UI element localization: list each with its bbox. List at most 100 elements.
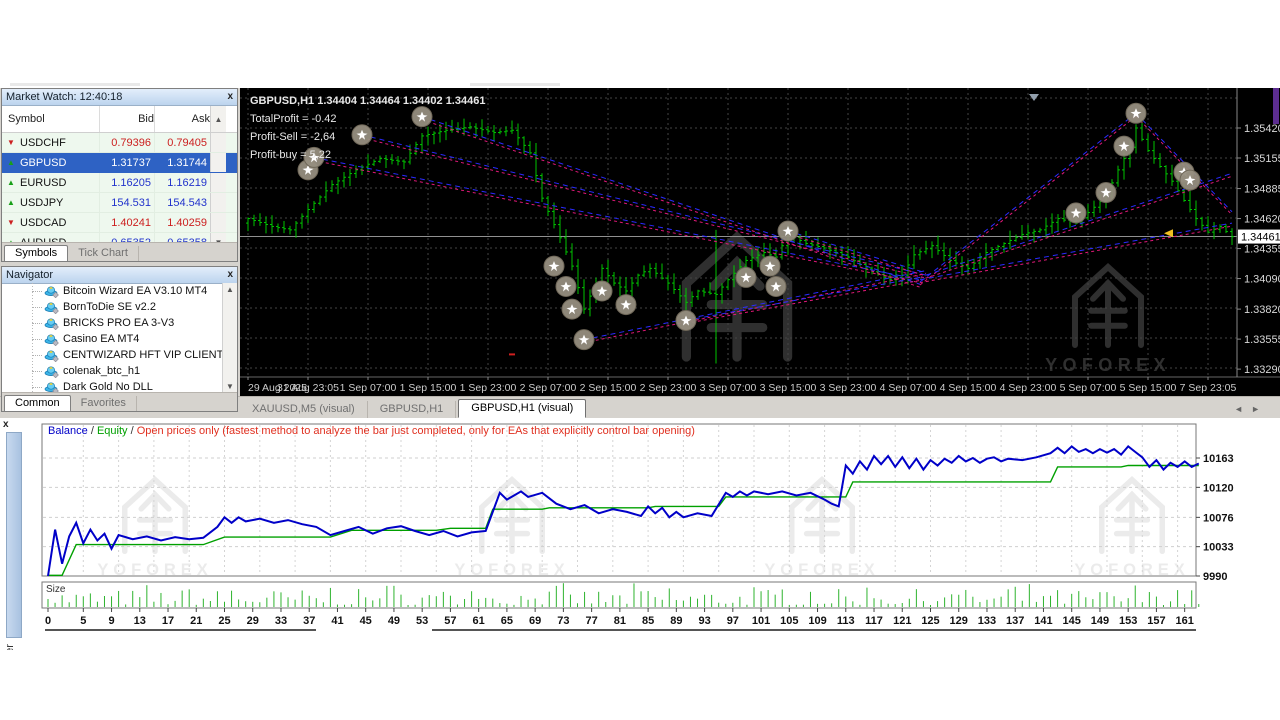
- trade-marker[interactable]: [562, 299, 582, 319]
- bid-cell: 1.40241: [99, 213, 154, 232]
- tester-x-label: 69: [529, 615, 541, 627]
- tester-x-label: 57: [444, 615, 456, 627]
- tab-favorites[interactable]: Favorites: [71, 396, 137, 411]
- table-row-gbpusd[interactable]: ▲GBPUSD1.317371.31744: [2, 153, 237, 173]
- trade-marker[interactable]: [616, 295, 636, 315]
- arrow-left-icon[interactable]: ◄: [1234, 404, 1251, 414]
- chart-info-text: Profit-buy = 5,22: [250, 149, 331, 161]
- chart-tab-gbpusd[interactable]: GBPUSD,H1: [368, 401, 457, 418]
- market-watch-header: Symbol Bid Ask ▲: [2, 106, 237, 133]
- bid-cell: 154.531: [99, 193, 154, 212]
- column-bid[interactable]: Bid: [99, 106, 154, 132]
- trade-marker[interactable]: [736, 267, 756, 287]
- navigator-titlebar[interactable]: Navigator x: [2, 267, 237, 284]
- legend-separator: /: [88, 425, 97, 437]
- legend-note: Open prices only (fastest method to anal…: [137, 425, 695, 437]
- tester-legend: Balance / Equity / Open prices only (fas…: [48, 425, 695, 437]
- scrollbar-track[interactable]: [210, 213, 226, 232]
- table-row-usdjpy[interactable]: ▲USDJPY154.531154.543: [2, 193, 237, 213]
- column-ask[interactable]: Ask: [154, 106, 210, 132]
- table-row-usdcad[interactable]: ▼USDCAD1.402411.40259: [2, 213, 237, 233]
- navigator-item[interactable]: Dark Gold No DLL: [2, 379, 237, 393]
- navigator-item[interactable]: BRICKS PRO EA 3-V3: [2, 315, 237, 331]
- navigator-item-label: BRICKS PRO EA 3-V3: [63, 317, 174, 329]
- symbol-cell: ▲GBPUSD: [2, 157, 99, 169]
- navigator-item[interactable]: colenak_btc_h1: [2, 363, 237, 379]
- ask-cell: 1.40259: [154, 213, 210, 232]
- trade-marker[interactable]: [574, 330, 594, 350]
- arrow-right-icon[interactable]: ►: [1251, 404, 1268, 414]
- trade-marker[interactable]: [1066, 203, 1086, 223]
- trade-marker[interactable]: [766, 276, 786, 296]
- trade-marker[interactable]: [676, 310, 696, 330]
- navigator-scrollbar[interactable]: ▲ ▼: [222, 283, 237, 393]
- close-icon[interactable]: x: [227, 92, 233, 102]
- chart-tab-gbpusd-visual[interactable]: GBPUSD,H1 (visual): [458, 399, 586, 418]
- trade-marker[interactable]: [760, 256, 780, 276]
- bid-cell: 1.31737: [99, 153, 154, 172]
- tab-symbols[interactable]: Symbols: [4, 245, 68, 261]
- column-symbol[interactable]: Symbol: [2, 113, 99, 125]
- tree-branch: [32, 291, 42, 292]
- legend-separator: /: [128, 425, 137, 437]
- scroll-down-icon[interactable]: ▼: [226, 382, 234, 391]
- navigator-item[interactable]: Casino EA MT4: [2, 331, 237, 347]
- navigator-tree: Bitcoin Wizard EA V3.10 MT4BornToDie SE …: [2, 283, 237, 393]
- tester-y-label: 10163: [1203, 453, 1234, 465]
- tester-chart[interactable]: YOFOREX101631012010076100339990Size05913…: [0, 418, 1280, 650]
- trade-marker[interactable]: [778, 221, 798, 241]
- navigator-item[interactable]: CENTWIZARD HFT VIP CLIENT_: [2, 347, 237, 363]
- trade-marker[interactable]: [1126, 103, 1146, 123]
- tree-branch: [32, 387, 42, 388]
- price-axis-label: 1.33290: [1244, 364, 1280, 376]
- navigator-panel: Navigator x Bitcoin Wizard EA V3.10 MT4B…: [1, 266, 238, 412]
- trade-marker[interactable]: [352, 125, 372, 145]
- price-axis-label: 1.33555: [1244, 334, 1280, 346]
- chart-tab-bar: XAUUSD,M5 (visual) GBPUSD,H1 GBPUSD,H1 (…: [240, 396, 1280, 418]
- tester-x-label: 25: [218, 615, 230, 627]
- price-axis-label: 1.33820: [1244, 304, 1280, 316]
- scrollbar-track[interactable]: [210, 193, 226, 212]
- navigator-title: Navigator: [6, 269, 53, 281]
- scroll-up-icon[interactable]: ▲: [210, 106, 226, 132]
- watermark-logo: [764, 480, 879, 579]
- tester-x-label: 93: [698, 615, 710, 627]
- arrow-up-icon: ▲: [6, 158, 16, 167]
- trade-marker[interactable]: [1180, 170, 1200, 190]
- watermark-logo: [454, 480, 569, 579]
- trade-marker[interactable]: [592, 281, 612, 301]
- chart-tab-xauusd[interactable]: XAUUSD,M5 (visual): [240, 401, 368, 418]
- tab-common[interactable]: Common: [4, 395, 71, 411]
- trade-marker[interactable]: [556, 276, 576, 296]
- tester-x-label: 101: [752, 615, 770, 627]
- price-chart[interactable]: YOFOREXGBPUSD,H1 1.34404 1.34464 1.34402…: [240, 88, 1280, 396]
- scrollbar-track[interactable]: [210, 153, 226, 172]
- trade-marker[interactable]: [1096, 183, 1116, 203]
- scrollbar-track[interactable]: [210, 173, 226, 192]
- time-axis-label: 5 Sep 07:00: [1060, 382, 1117, 394]
- scrollbar-track[interactable]: [210, 133, 226, 152]
- expert-advisor-icon: [44, 364, 59, 378]
- tester-x-label: 145: [1063, 615, 1081, 627]
- ask-cell: 1.31744: [154, 153, 210, 172]
- market-watch-titlebar[interactable]: Market Watch: 12:40:18 x: [2, 89, 237, 106]
- trade-marker[interactable]: [544, 256, 564, 276]
- time-axis-label: 4 Sep 07:00: [880, 382, 937, 394]
- tab-scroll-arrows[interactable]: ◄►: [1234, 404, 1268, 418]
- close-icon[interactable]: x: [227, 270, 233, 280]
- navigator-item[interactable]: Bitcoin Wizard EA V3.10 MT4: [2, 283, 237, 299]
- trade-marker[interactable]: [1114, 136, 1134, 156]
- navigator-item[interactable]: BornToDie SE v2.2: [2, 299, 237, 315]
- tester-y-label: 10076: [1203, 512, 1234, 524]
- tab-tick-chart[interactable]: Tick Chart: [68, 246, 139, 261]
- tester-x-label: 153: [1119, 615, 1137, 627]
- scroll-up-icon[interactable]: ▲: [226, 285, 234, 294]
- tester-x-label: 161: [1175, 615, 1193, 627]
- tester-x-label: 5: [80, 615, 86, 627]
- table-row-eurusd[interactable]: ▲EURUSD1.162051.16219: [2, 173, 237, 193]
- chart-info-text: GBPUSD,H1 1.34404 1.34464 1.34402 1.3446…: [250, 95, 485, 107]
- trade-marker[interactable]: [412, 107, 432, 127]
- current-price-flag: 1.34461: [1241, 232, 1280, 244]
- table-row-usdchf[interactable]: ▼USDCHF0.793960.79405: [2, 133, 237, 153]
- time-axis-label: 1 Sep 07:00: [340, 382, 397, 394]
